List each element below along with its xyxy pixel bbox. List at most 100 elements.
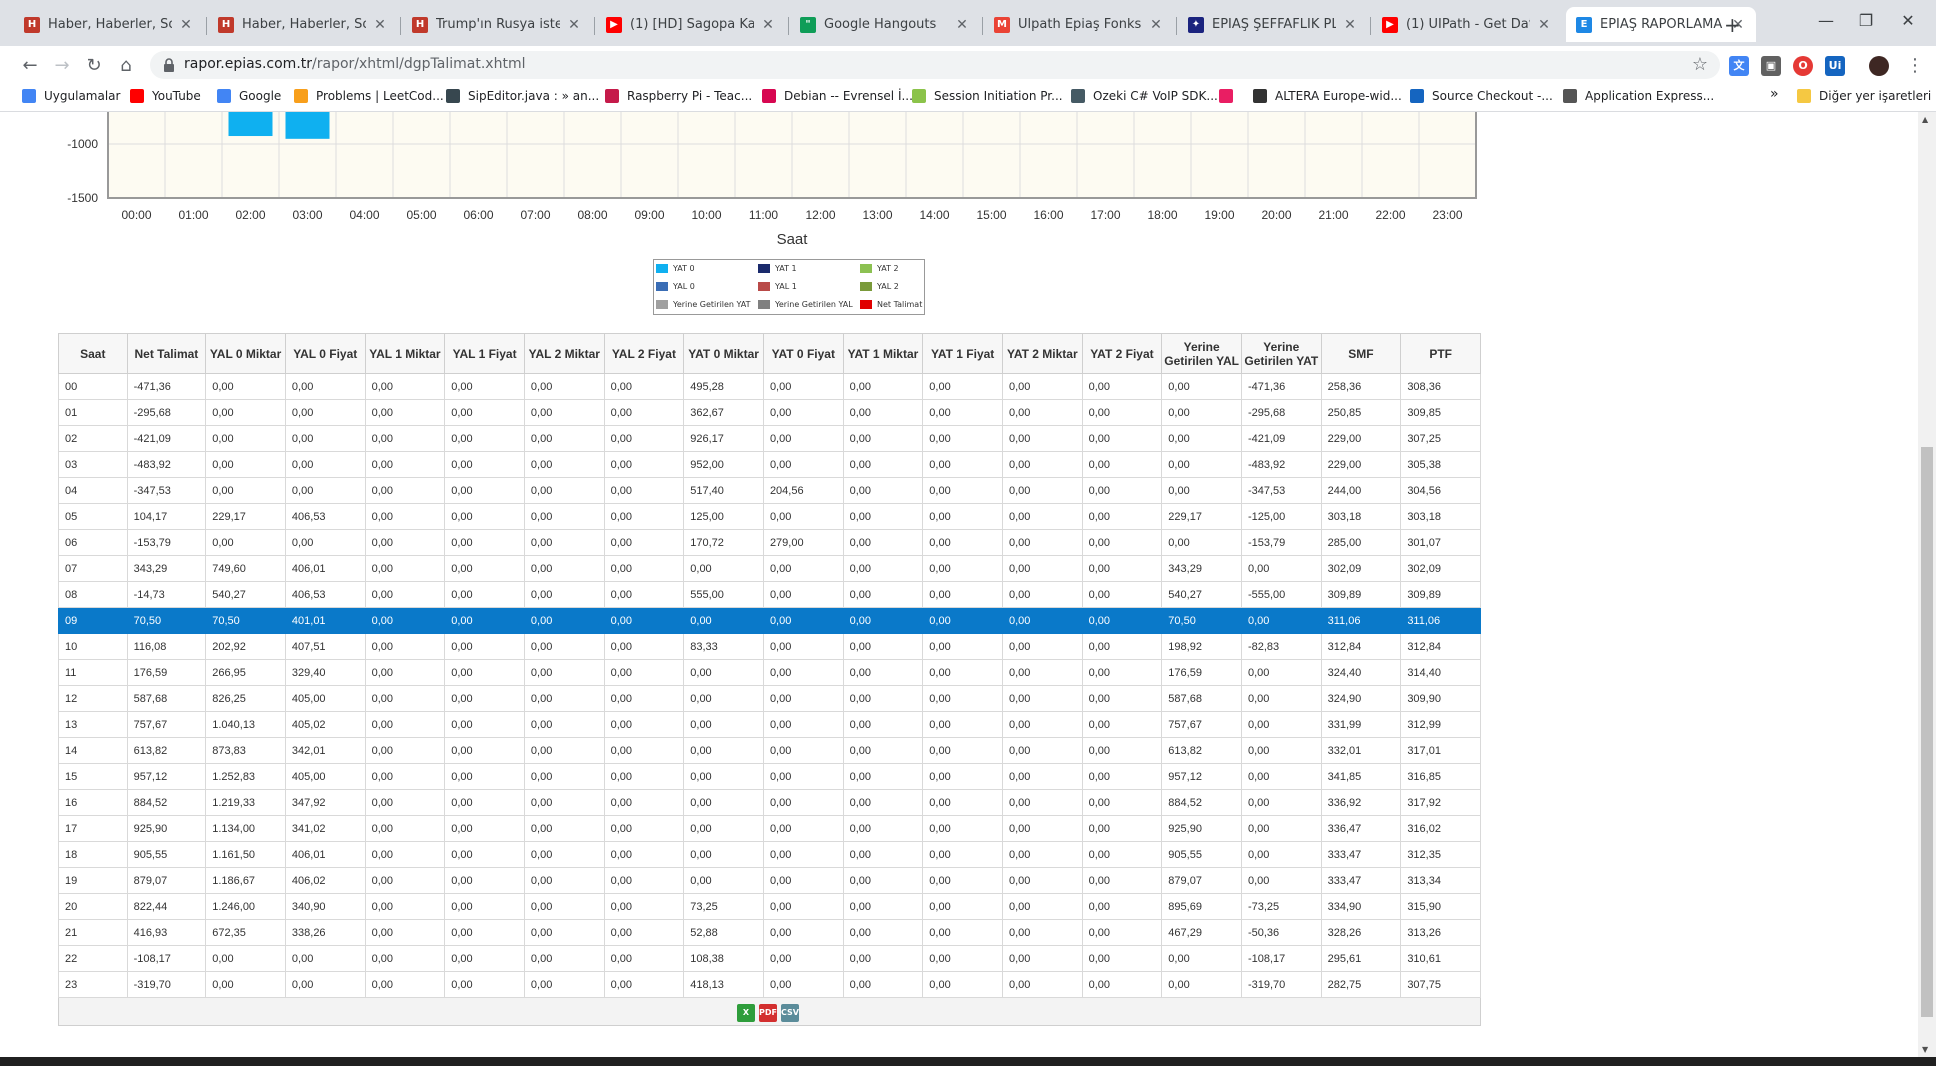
pdf-export-icon[interactable]: PDF: [759, 1004, 777, 1022]
bookmark-item[interactable]: YouTube: [130, 89, 201, 103]
browser-tab[interactable]: ✦ EPİAŞ ŞEFFAFLIK PLATF ✕: [1178, 7, 1368, 42]
bookmark-item[interactable]: SipEditor.java : » an...: [446, 89, 599, 103]
other-bookmarks-folder[interactable]: Diğer yer işaretleri: [1797, 89, 1931, 103]
table-row[interactable]: 10 116,08 202,92 407,51 0,00 0,00 0,00 0,00 83,3…: [58, 633, 1481, 660]
legend-item[interactable]: Yerine Getirilen YAT: [656, 300, 751, 309]
bookmark-item[interactable]: ALTERA Europe-wid...: [1253, 89, 1402, 103]
tab-close-icon[interactable]: ✕: [566, 17, 582, 33]
browser-tab[interactable]: ▶ (1) UIPath - Get Data fr ✕: [1372, 7, 1562, 42]
forward-icon[interactable]: →: [50, 54, 74, 78]
column-header[interactable]: YAL 1 Miktar: [364, 333, 446, 374]
page-scrollbar[interactable]: ▲ ▼: [1918, 112, 1936, 1057]
browser-tab[interactable]: M Ulpath Epiaş Fonksiyon ✕: [984, 7, 1174, 42]
bookmark-item[interactable]: Raspberry Pi - Teac...: [605, 89, 752, 103]
bookmark-star-icon[interactable]: ☆: [1692, 54, 1708, 75]
bookmarks-overflow-button[interactable]: »: [1770, 86, 1779, 102]
table-row[interactable]: 17 925,90 1.134,00 341,02 0,00 0,00 0,00 0,00 0,…: [58, 815, 1481, 842]
browser-tab[interactable]: ▶ (1) [HD] Sagopa Ka ✕: [596, 7, 786, 42]
uipath-extension-icon[interactable]: Ui: [1825, 56, 1845, 76]
window-close-button[interactable]: ✕: [1888, 11, 1928, 30]
scroll-thumb[interactable]: [1921, 447, 1933, 1017]
browser-tab[interactable]: H Trump'ın Rusya isteğine ✕: [402, 7, 592, 42]
tab-close-icon[interactable]: ✕: [1536, 17, 1552, 33]
table-row[interactable]: 01 -295,68 0,00 0,00 0,00 0,00 0,00 0,00 362,67 0…: [58, 399, 1481, 426]
new-tab-button[interactable]: +: [1724, 13, 1741, 37]
legend-item[interactable]: Yerine Getirilen YAL: [758, 300, 853, 309]
column-header[interactable]: YAT 2 Miktar: [1001, 333, 1083, 374]
column-header[interactable]: YAL 0 Miktar: [205, 333, 286, 374]
column-header[interactable]: YAL 2 Miktar: [523, 333, 605, 374]
tab-close-icon[interactable]: ✕: [178, 17, 194, 33]
column-header[interactable]: YAL 2 Fiyat: [603, 333, 685, 374]
bookmark-item[interactable]: Application Express...: [1563, 89, 1714, 103]
chart-bar-yat0-0300[interactable]: [285, 112, 330, 139]
tab-close-icon[interactable]: ✕: [372, 17, 388, 33]
table-row[interactable]: 15 957,12 1.252,83 405,00 0,00 0,00 0,00 0,00 0,…: [58, 763, 1481, 790]
legend-item[interactable]: Net Talimat: [860, 300, 922, 309]
browser-tab[interactable]: " Google Hangouts ✕: [790, 7, 980, 42]
bookmark-item[interactable]: Source Checkout -...: [1410, 89, 1553, 103]
table-row[interactable]: 16 884,52 1.219,33 347,92 0,00 0,00 0,00 0,00 0,…: [58, 789, 1481, 816]
screen-extension-icon[interactable]: ▣: [1761, 56, 1781, 76]
table-row[interactable]: 02 -421,09 0,00 0,00 0,00 0,00 0,00 0,00 926,17 0…: [58, 425, 1481, 452]
opera-extension-icon[interactable]: O: [1793, 56, 1813, 76]
table-row[interactable]: 06 -153,79 0,00 0,00 0,00 0,00 0,00 0,00 170,72 2…: [58, 529, 1481, 556]
column-header[interactable]: SMF: [1320, 333, 1402, 374]
table-row[interactable]: 14 613,82 873,83 342,01 0,00 0,00 0,00 0,00 0,00…: [58, 737, 1481, 764]
reload-icon[interactable]: ↻: [82, 54, 106, 78]
window-minimize-button[interactable]: —: [1806, 11, 1846, 30]
tab-close-icon[interactable]: ✕: [760, 17, 776, 33]
address-bar[interactable]: rapor.epias.com.tr/rapor/xhtml/dgpTalima…: [150, 51, 1720, 79]
column-header[interactable]: YAT 0 Fiyat: [762, 333, 844, 374]
column-header[interactable]: Saat: [58, 333, 128, 374]
table-row[interactable]: 07 343,29 749,60 406,01 0,00 0,00 0,00 0,00 0,00…: [58, 555, 1481, 582]
column-header[interactable]: Yerine Getirilen YAT: [1240, 333, 1322, 374]
legend-item[interactable]: YAT 2: [860, 264, 899, 273]
column-header[interactable]: Net Talimat: [126, 333, 207, 374]
table-row[interactable]: 18 905,55 1.161,50 406,01 0,00 0,00 0,00 0,00 0,…: [58, 841, 1481, 868]
profile-avatar[interactable]: [1869, 56, 1889, 76]
column-header[interactable]: YAT 1 Miktar: [842, 333, 924, 374]
legend-item[interactable]: YAT 0: [656, 264, 695, 273]
column-header[interactable]: YAL 0 Fiyat: [284, 333, 366, 374]
bookmark-item[interactable]: Google: [217, 89, 281, 103]
column-header[interactable]: Yerine Getirilen YAL: [1161, 333, 1242, 374]
chart-bar-yat0-0200[interactable]: [228, 112, 273, 137]
browser-tab[interactable]: H Haber, Haberler, Son D ✕: [208, 7, 398, 42]
table-row[interactable]: 13 757,67 1.040,13 405,02 0,00 0,00 0,00 0,00 0,…: [58, 711, 1481, 738]
table-row[interactable]: 22 -108,17 0,00 0,00 0,00 0,00 0,00 0,00 108,38 0…: [58, 945, 1481, 972]
translate-extension-icon[interactable]: 文: [1729, 56, 1749, 76]
table-row[interactable]: 12 587,68 826,25 405,00 0,00 0,00 0,00 0,00 0,00…: [58, 685, 1481, 712]
legend-item[interactable]: YAT 1: [758, 264, 797, 273]
column-header[interactable]: YAT 1 Fiyat: [922, 333, 1003, 374]
column-header[interactable]: YAT 0 Miktar: [683, 333, 764, 374]
legend-item[interactable]: YAL 2: [860, 282, 899, 291]
bookmark-item[interactable]: [1219, 89, 1241, 103]
bookmark-item[interactable]: Debian -- Evrensel İ...: [762, 89, 913, 103]
table-row[interactable]: 20 822,44 1.246,00 340,90 0,00 0,00 0,00 0,00 73…: [58, 893, 1481, 920]
menu-kebab-icon[interactable]: ⋮: [1903, 54, 1927, 78]
tab-close-icon[interactable]: ✕: [1342, 17, 1358, 33]
column-header[interactable]: YAL 1 Fiyat: [444, 333, 525, 374]
browser-tab[interactable]: H Haber, Haberler, Son D ✕: [14, 7, 204, 42]
tab-close-icon[interactable]: ✕: [1148, 17, 1164, 33]
scroll-down-arrow-icon[interactable]: ▼: [1922, 1045, 1928, 1054]
back-icon[interactable]: ←: [18, 54, 42, 78]
window-restore-button[interactable]: ❐: [1846, 11, 1886, 30]
table-row[interactable]: 03 -483,92 0,00 0,00 0,00 0,00 0,00 0,00 952,00 0…: [58, 451, 1481, 478]
table-row[interactable]: 23 -319,70 0,00 0,00 0,00 0,00 0,00 0,00 418,13 0…: [58, 971, 1481, 998]
bookmark-item[interactable]: Problems | LeetCod...: [294, 89, 444, 103]
excel-export-icon[interactable]: X: [737, 1004, 755, 1022]
table-row[interactable]: 05 104,17 229,17 406,53 0,00 0,00 0,00 0,00 125,…: [58, 503, 1481, 530]
tab-close-icon[interactable]: ✕: [954, 17, 970, 33]
column-header[interactable]: YAT 2 Fiyat: [1081, 333, 1163, 374]
home-icon[interactable]: ⌂: [114, 54, 138, 78]
table-row[interactable]: 21 416,93 672,35 338,26 0,00 0,00 0,00 0,00 52,8…: [58, 919, 1481, 946]
table-row[interactable]: 04 -347,53 0,00 0,00 0,00 0,00 0,00 0,00 517,40 2…: [58, 477, 1481, 504]
scroll-up-arrow-icon[interactable]: ▲: [1922, 115, 1928, 124]
bookmark-item[interactable]: Uygulamalar: [22, 89, 120, 103]
table-row[interactable]: 00 -471,36 0,00 0,00 0,00 0,00 0,00 0,00 495,28 0…: [58, 373, 1481, 400]
table-row[interactable]: 09 70,50 70,50 401,01 0,00 0,00 0,00 0,00 0,00 0,…: [58, 607, 1481, 634]
table-row[interactable]: 08 -14,73 540,27 406,53 0,00 0,00 0,00 0,00 555,…: [58, 581, 1481, 608]
column-header[interactable]: PTF: [1400, 333, 1481, 374]
